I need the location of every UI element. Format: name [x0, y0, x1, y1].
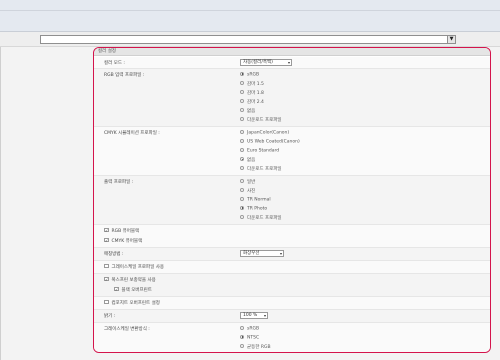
color-mode-value: 자동(컬러/흑백) — [243, 60, 273, 65]
matching-method-label: 매칭방법 : — [104, 252, 124, 257]
address-combo[interactable]: ▼ — [40, 35, 456, 44]
radio[interactable] — [240, 215, 244, 219]
color-settings-panel: 컬러 설정 컬러 모드 : 자동(컬러/흑백) ▾ RGB 입력 프로파일 : … — [93, 47, 491, 353]
output-option[interactable]: TR Photo — [240, 205, 267, 212]
cmyk-option[interactable]: 다운로드 프로파일 — [240, 166, 282, 172]
pure-black-row: ✓ RGB 퓨어블랙 ✓ CMYK 퓨어블랙 — [94, 225, 490, 247]
black-overprint-checkbox[interactable]: ✓ 블랙 오버프린트 — [114, 286, 152, 293]
radio[interactable] — [240, 81, 244, 85]
rgb-profile-row: RGB 입력 프로파일 : sRGB 감마 1.5 감마 1.8 감마 2.4 … — [94, 69, 490, 126]
color-mode-row: 컬러 모드 : 자동(컬러/흑백) ▾ — [94, 57, 490, 68]
matching-method-value: 화상우선 — [243, 251, 260, 256]
chevron-down-icon: ▾ — [279, 251, 282, 256]
composite-overprint-row: 컴포지트 오버프린트 설정 — [94, 297, 490, 309]
grayscale-option[interactable]: 균등한 RGB — [240, 344, 271, 350]
rgb-option[interactable]: 감마 1.8 — [240, 90, 264, 96]
matching-method-select[interactable]: 화상우선 ▾ — [240, 250, 284, 257]
rgb-option[interactable]: 다운로드 프로파일 — [240, 117, 282, 123]
brightness-select[interactable]: 100 % ▾ — [240, 312, 268, 319]
checkbox[interactable]: ✓ — [114, 286, 119, 292]
grayscale-option[interactable]: sRGB — [240, 325, 259, 332]
cmyk-option[interactable]: JapanColor(Canon) — [240, 129, 289, 136]
cmyk-profile-label: CMYK 시뮬레이션 프로파일 : — [104, 131, 160, 136]
radio[interactable] — [240, 138, 244, 143]
radio[interactable] — [240, 166, 244, 170]
color-mode-label: 컬러 모드 : — [104, 61, 125, 66]
radio[interactable] — [240, 129, 244, 134]
radio[interactable] — [240, 325, 244, 330]
output-profile-row: 출력 프로파일 : 일반 사진 TR Normal TR Photo 다운로드 … — [94, 176, 490, 224]
grayscale-convert-label: 그레이스케일 변환방식 : — [104, 327, 150, 332]
grayscale-profile-checkbox[interactable]: 그레이스케일 프로파일 사용 — [104, 263, 164, 270]
output-option[interactable]: 사진 — [240, 188, 255, 194]
output-profile-label: 출력 프로파일 : — [104, 180, 134, 185]
panel-title: 컬러 설정 — [94, 48, 490, 56]
cmyk-profile-row: CMYK 시뮬레이션 프로파일 : JapanColor(Canon) US W… — [94, 127, 490, 175]
checkbox[interactable] — [104, 263, 109, 269]
chevron-down-icon: ▾ — [263, 313, 266, 318]
rgb-option[interactable]: sRGB — [240, 71, 259, 78]
brightness-row: 밝기 : 100 % ▾ — [94, 310, 490, 322]
rgb-option[interactable]: 감마 2.4 — [240, 99, 264, 105]
cmyk-pure-black-checkbox[interactable]: ✓ CMYK 퓨어블랙 — [104, 237, 142, 244]
radio[interactable] — [240, 334, 244, 339]
radio[interactable] — [240, 71, 244, 76]
output-option[interactable]: TR Normal — [240, 196, 271, 203]
title-divider — [0, 10, 500, 11]
overprint-checkbox[interactable]: ✓ 복스프린 보충약을 사용 — [104, 276, 156, 283]
cmyk-option[interactable]: Euro Standard — [240, 147, 279, 154]
matching-method-row: 매칭방법 : 화상우선 ▾ — [94, 248, 490, 260]
grayscale-profile-row: 그레이스케일 프로파일 사용 — [94, 261, 490, 273]
composite-overprint-checkbox[interactable]: 컴포지트 오버프린트 설정 — [104, 299, 160, 306]
grayscale-option[interactable]: NTSC — [240, 334, 259, 341]
grayscale-convert-row: 그레이스케일 변환방식 : sRGB NTSC 균등한 RGB — [94, 323, 490, 352]
chevron-down-icon[interactable]: ▼ — [447, 36, 455, 43]
checkbox[interactable]: ✓ — [104, 276, 109, 282]
checkbox[interactable]: ✓ — [104, 237, 109, 243]
overprint-row: ✓ 복스프린 보충약을 사용 ✓ 블랙 오버프린트 — [94, 274, 490, 296]
cmyk-option[interactable]: 없음 — [240, 157, 255, 163]
rgb-option[interactable]: 감마 1.5 — [240, 81, 264, 87]
checkbox[interactable]: ✓ — [104, 227, 109, 233]
rgb-option[interactable]: 없음 — [240, 108, 255, 114]
checkbox[interactable] — [104, 299, 109, 305]
chevron-down-icon: ▾ — [287, 60, 290, 65]
brightness-value: 100 % — [243, 313, 258, 318]
radio[interactable] — [240, 188, 244, 192]
rgb-profile-label: RGB 입력 프로파일 : — [104, 73, 145, 78]
brightness-label: 밝기 : — [104, 314, 116, 319]
radio[interactable] — [240, 90, 244, 94]
color-mode-select[interactable]: 자동(컬러/흑백) ▾ — [240, 59, 292, 66]
radio[interactable] — [240, 196, 244, 201]
rgb-pure-black-checkbox[interactable]: ✓ RGB 퓨어블랙 — [104, 227, 139, 234]
radio[interactable] — [240, 179, 244, 183]
output-option[interactable]: 일반 — [240, 179, 255, 185]
radio[interactable] — [240, 99, 244, 103]
title-bar — [0, 0, 500, 32]
output-option[interactable]: 다운로드 프로파일 — [240, 215, 282, 221]
radio[interactable] — [240, 117, 244, 121]
radio[interactable] — [240, 205, 244, 210]
cmyk-option[interactable]: US Web Coated(Canon) — [240, 138, 300, 145]
radio[interactable] — [240, 344, 244, 348]
left-border — [0, 47, 1, 360]
radio[interactable] — [240, 157, 244, 161]
radio[interactable] — [240, 108, 244, 112]
radio[interactable] — [240, 147, 244, 152]
